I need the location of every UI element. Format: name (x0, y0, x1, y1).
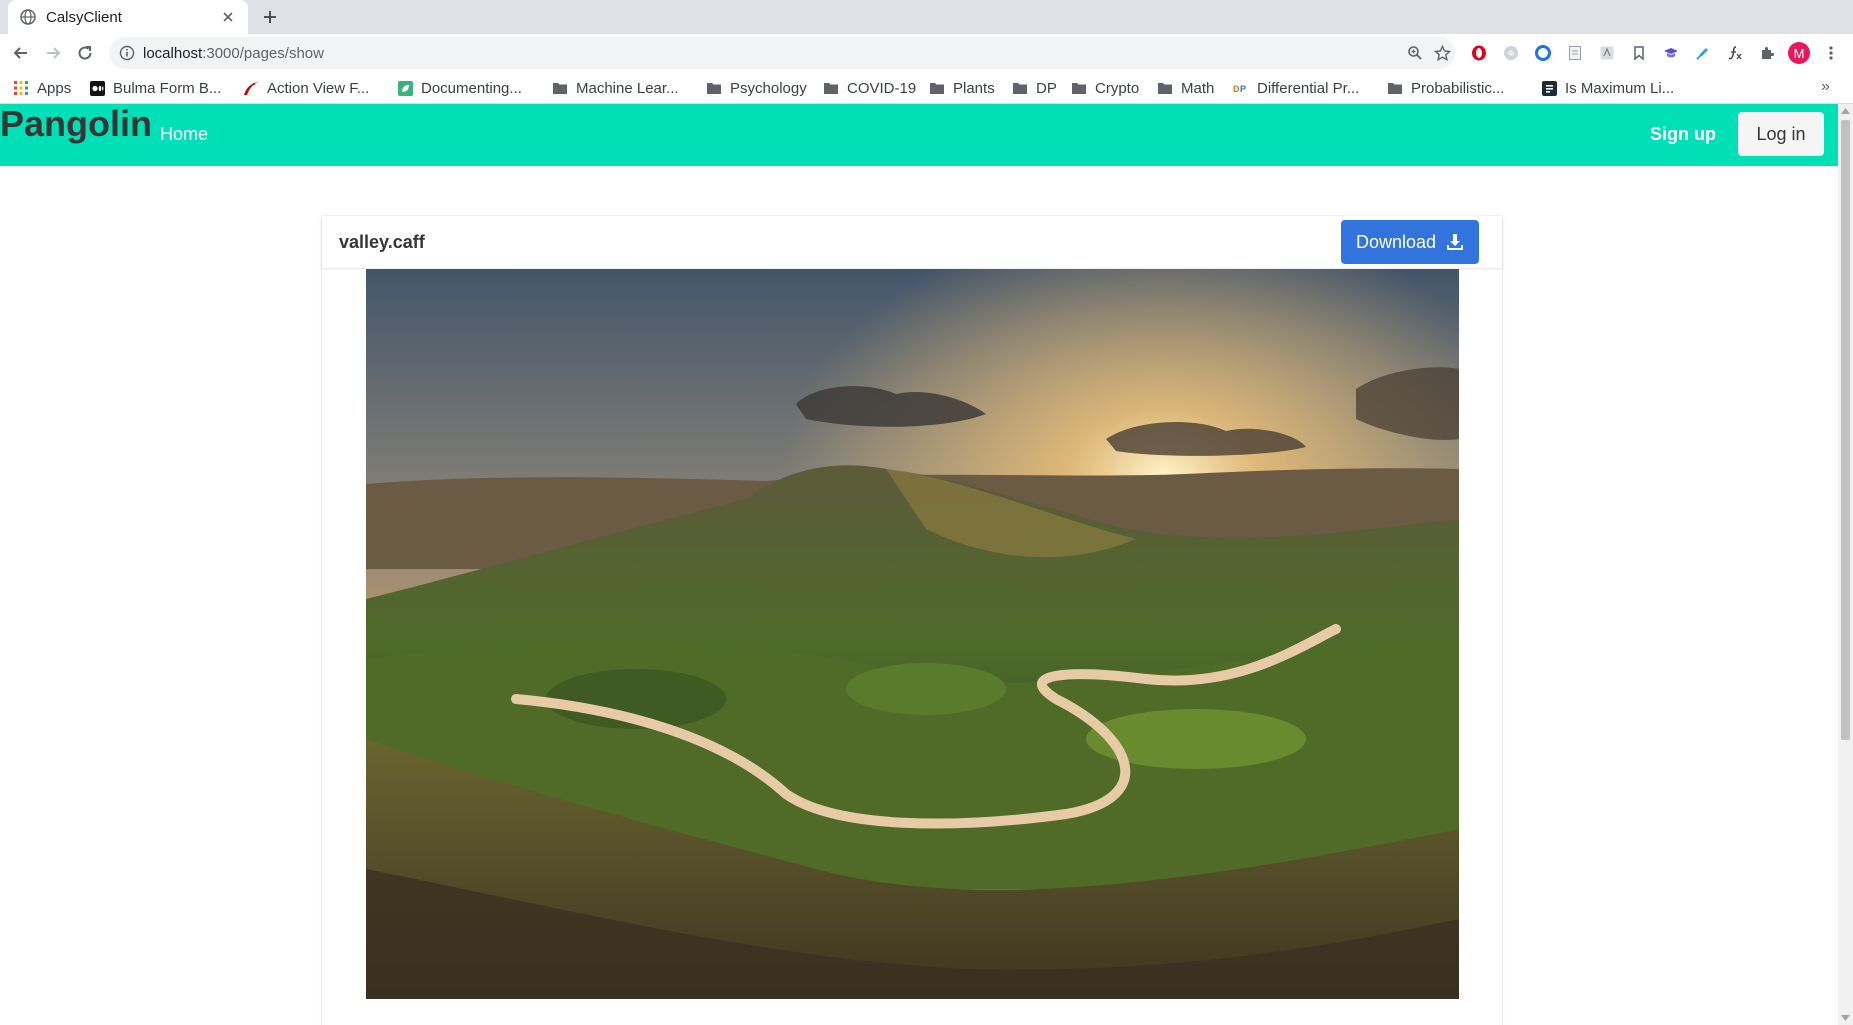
bookmark-folder-plants[interactable]: Plants (929, 78, 995, 98)
scroll-down-arrow-icon[interactable] (1841, 1014, 1850, 1022)
bookmark-label: Action View F... (267, 79, 370, 97)
bookmark-folder-psychology[interactable]: Psychology (706, 78, 807, 98)
browser-toolbar: localhost:3000/pages/show M (0, 34, 1853, 72)
bookmark-folder-math[interactable]: Math (1157, 78, 1214, 98)
svg-text:D: D (1233, 84, 1240, 94)
folder-icon (706, 80, 722, 96)
svg-text:P: P (1240, 84, 1246, 94)
folder-icon (929, 80, 945, 96)
bookmark-label: DP (1036, 79, 1057, 97)
function-extension-icon[interactable] (1725, 43, 1745, 63)
bookmark-label: Probabilistic... (1411, 79, 1505, 97)
bookmark-label: Math (1181, 79, 1215, 97)
blue-ring-extension-icon[interactable] (1533, 43, 1553, 63)
bookmarks-bar: Apps Bulma Form B... Action View F... Do… (0, 72, 1853, 104)
download-button[interactable]: Download (1341, 220, 1479, 264)
bookmark-folder-crypto[interactable]: Crypto (1071, 78, 1139, 98)
login-button[interactable]: Log in (1738, 112, 1824, 156)
bookmark-label: Documenting... (421, 79, 522, 97)
bookmark-label: COVID-19 (847, 79, 917, 97)
apps-grid-icon (13, 80, 29, 96)
card-header: valley.caff Download (322, 216, 1502, 268)
download-label: Download (1355, 231, 1437, 252)
bookmark-folder-dp[interactable]: DP (1012, 78, 1057, 98)
tab-title: CalsyClient (46, 8, 122, 26)
reload-icon (78, 46, 92, 60)
bookmark-label: Apps (37, 79, 72, 97)
profile-avatar[interactable]: M (1788, 42, 1810, 64)
rails-logo-icon (243, 80, 259, 96)
download-icon (1446, 233, 1464, 251)
url-path: :3000/pages/show (202, 44, 324, 62)
leaf-logo-icon (397, 80, 413, 96)
bookmark-label: Bulma Form B... (113, 79, 222, 97)
close-icon[interactable] (220, 9, 236, 25)
opera-extension-icon[interactable] (1469, 43, 1489, 63)
folder-icon (823, 80, 839, 96)
back-button[interactable] (9, 41, 33, 65)
bookmark-bulma-form[interactable]: Bulma Form B... (89, 78, 221, 98)
bookmark-label: Machine Lear... (576, 79, 679, 97)
new-tab-button[interactable] (258, 5, 282, 29)
page-scrollbar[interactable] (1838, 104, 1853, 1025)
bookmark-label: Plants (953, 79, 995, 97)
graduation-cap-extension-icon[interactable] (1661, 43, 1681, 63)
brand-logo[interactable]: Pangolin (0, 104, 152, 144)
bookmark-label: Is Maximum Li... (1565, 79, 1675, 97)
scrollbar-thumb[interactable] (1841, 120, 1850, 740)
file-card: valley.caff Download (322, 216, 1502, 1025)
file-name: valley.caff (339, 232, 425, 252)
landscape-photo (366, 269, 1459, 999)
forward-button[interactable] (41, 41, 65, 65)
folder-icon (1157, 80, 1173, 96)
bookmark-is-maximum-likelihood[interactable]: Is Maximum Li... (1541, 78, 1674, 98)
bookmark-folder-machine-learning[interactable]: Machine Lear... (552, 78, 679, 98)
arrow-left-icon (13, 47, 27, 59)
kebab-menu-icon[interactable] (1821, 43, 1841, 63)
bookmark-folder-covid19[interactable]: COVID-19 (823, 78, 916, 98)
bookmark-differential-privacy[interactable]: DP Differential Pr... (1233, 78, 1359, 98)
bookmark-extension-icon[interactable] (1629, 43, 1649, 63)
stackexchange-logo-icon (1541, 80, 1557, 96)
folder-icon (1387, 80, 1403, 96)
nav-home-link[interactable]: Home (160, 124, 208, 145)
info-icon[interactable] (119, 45, 135, 61)
address-bar[interactable]: localhost:3000/pages/show (109, 37, 1455, 69)
puzzle-extensions-icon[interactable] (1757, 43, 1777, 63)
star-icon[interactable] (1432, 43, 1452, 63)
bookmarks-overflow-icon[interactable]: » (1821, 78, 1830, 96)
arrow-right-icon (47, 47, 61, 59)
medium-logo-icon (89, 80, 105, 96)
bookmark-label: Psychology (730, 79, 807, 97)
folder-icon (1012, 80, 1028, 96)
bookmark-documenting[interactable]: Documenting... (397, 78, 522, 98)
zoom-icon[interactable] (1405, 43, 1425, 63)
translate-extension-icon[interactable] (1597, 43, 1617, 63)
reload-button[interactable] (73, 41, 97, 65)
bookmark-label: Crypto (1095, 79, 1140, 97)
bookmark-folder-probabilistic[interactable]: Probabilistic... (1387, 78, 1504, 98)
bookmark-action-view[interactable]: Action View F... (243, 78, 369, 98)
site-navbar: Pangolin Home Sign up Log in (0, 104, 1838, 166)
page-viewport: Pangolin Home Sign up Log in valley.caff… (0, 104, 1838, 1025)
globe-icon (20, 9, 36, 25)
browser-tab[interactable]: CalsyClient (8, 0, 248, 34)
signup-link[interactable]: Sign up (1650, 124, 1716, 145)
folder-icon (1071, 80, 1087, 96)
grey-extension-icon[interactable] (1501, 43, 1521, 63)
bookmark-apps[interactable]: Apps (13, 78, 71, 98)
folder-icon (552, 80, 568, 96)
bookmark-label: Differential Pr... (1257, 79, 1360, 97)
scroll-up-arrow-icon[interactable] (1841, 107, 1850, 115)
highlighter-extension-icon[interactable] (1693, 43, 1713, 63)
url-text: localhost:3000/pages/show (143, 45, 324, 62)
browser-tabstrip: CalsyClient (0, 0, 1853, 34)
dp-logo-icon: DP (1233, 80, 1249, 96)
url-host: localhost (143, 44, 203, 62)
document-extension-icon[interactable] (1565, 43, 1585, 63)
